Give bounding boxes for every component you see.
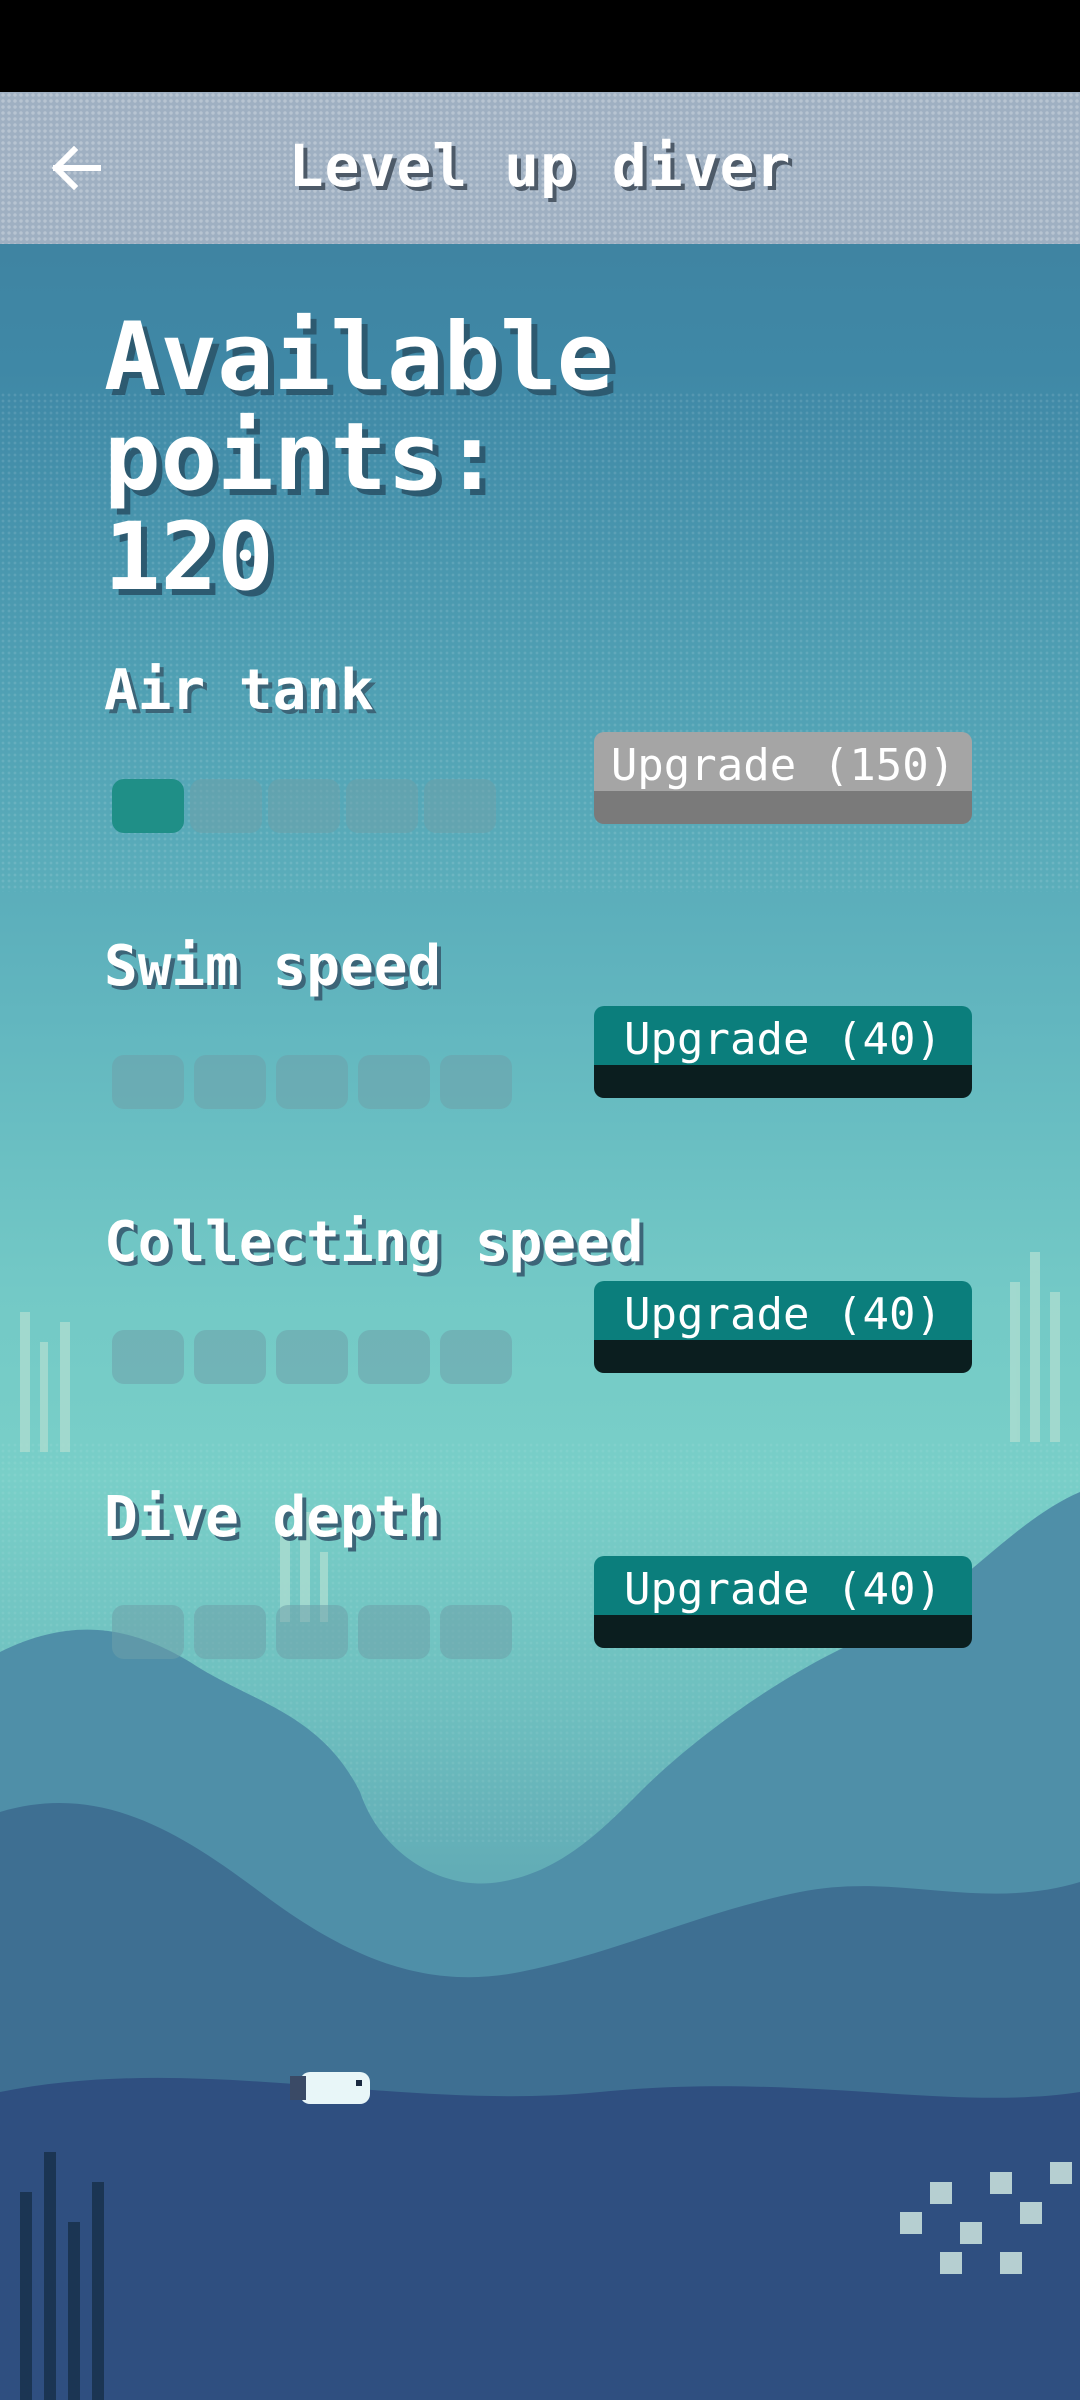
level-pip-empty	[424, 779, 496, 833]
level-pip-filled	[112, 779, 184, 833]
skill-label-swim-speed: Swim speed	[104, 934, 442, 999]
status-bar	[0, 0, 1080, 92]
level-pip-empty	[194, 1605, 266, 1659]
air-tank-level-pips	[112, 779, 496, 833]
upgrade-dive-depth-label: Upgrade (40)	[624, 1563, 942, 1615]
upgrade-swim-speed-button[interactable]: Upgrade (40)	[594, 1006, 972, 1098]
level-pip-empty	[194, 1330, 266, 1384]
level-pip-empty	[194, 1055, 266, 1109]
level-pip-empty	[358, 1055, 430, 1109]
swim-speed-level-pips	[112, 1055, 512, 1109]
level-pip-empty	[112, 1605, 184, 1659]
level-pip-empty	[112, 1330, 184, 1384]
upgrade-air-tank-button[interactable]: Upgrade (150)	[594, 732, 972, 824]
upgrade-collecting-speed-label: Upgrade (40)	[624, 1288, 942, 1340]
level-pip-empty	[112, 1055, 184, 1109]
upgrade-collecting-speed-button[interactable]: Upgrade (40)	[594, 1281, 972, 1373]
level-pip-empty	[276, 1330, 348, 1384]
upgrade-air-tank-label: Upgrade (150)	[610, 739, 956, 791]
skill-label-dive-depth: Dive depth	[104, 1485, 442, 1550]
level-pip-empty	[276, 1055, 348, 1109]
level-pip-empty	[268, 779, 340, 833]
level-pip-empty	[440, 1055, 512, 1109]
dive-depth-level-pips	[112, 1605, 512, 1659]
level-pip-empty	[358, 1605, 430, 1659]
page-title: Level up diver	[288, 132, 792, 200]
collecting-speed-level-pips	[112, 1330, 512, 1384]
level-pip-empty	[276, 1605, 348, 1659]
app-bar: Level up diver	[0, 92, 1080, 244]
skill-label-air-tank: Air tank	[104, 658, 374, 723]
level-pip-empty	[346, 779, 418, 833]
level-pip-empty	[440, 1330, 512, 1384]
level-pip-empty	[358, 1330, 430, 1384]
underwater-scene: Level up diver Available points: 120 Air…	[0, 92, 1080, 2400]
upgrade-dive-depth-button[interactable]: Upgrade (40)	[594, 1556, 972, 1648]
upgrade-swim-speed-label: Upgrade (40)	[624, 1013, 942, 1065]
points-value: 120	[104, 503, 274, 612]
level-pip-empty	[190, 779, 262, 833]
available-points: Available points: 120	[104, 308, 1004, 608]
skill-label-collecting-speed: Collecting speed	[104, 1210, 644, 1275]
level-pip-empty	[440, 1605, 512, 1659]
points-label: Available points:	[104, 303, 614, 512]
fish-icon	[290, 2072, 370, 2104]
